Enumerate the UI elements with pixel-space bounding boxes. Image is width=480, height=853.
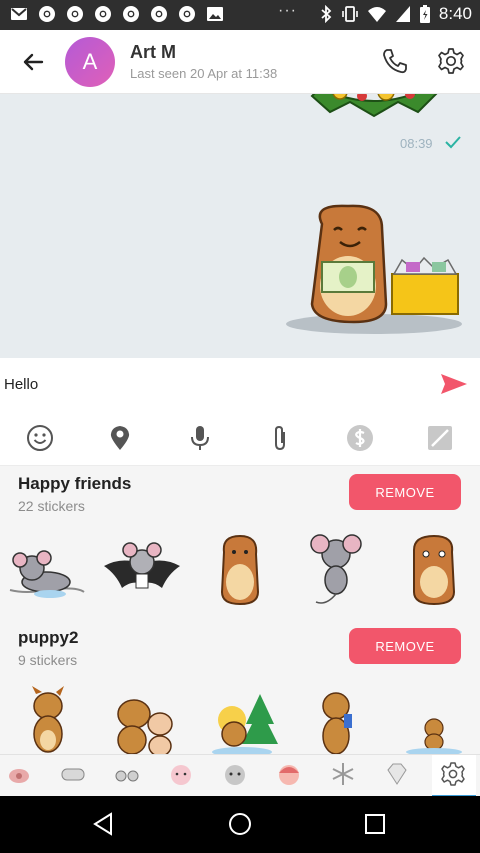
bat-mouse-sticker[interactable] [102, 534, 182, 610]
phone-call-icon[interactable] [380, 46, 410, 76]
read-check-icon [445, 136, 461, 149]
avatar[interactable]: A [65, 37, 115, 87]
pack-sticker-count: 22 stickers [18, 498, 85, 514]
system-nav-bar [0, 796, 480, 853]
puppy-tree-sticker[interactable] [202, 684, 282, 754]
chrome-icon [179, 6, 195, 22]
tab-pig-icon[interactable] [6, 761, 32, 787]
status-bar: ··· 8:40 [0, 0, 480, 30]
sticker-panel[interactable]: Happy friends 22 stickers REMOVE puppy2 … [0, 466, 480, 754]
mouse-lying-sticker[interactable] [6, 534, 86, 610]
remove-pack-button[interactable]: REMOVE [349, 628, 461, 664]
wreath-sticker[interactable] [310, 94, 438, 124]
cellular-icon [395, 6, 410, 22]
chrome-icon [95, 6, 111, 22]
settings-gear-icon[interactable] [436, 46, 466, 76]
pack-title: puppy2 [18, 628, 79, 647]
nav-back-icon[interactable] [91, 811, 117, 837]
pack-sticker-count: 9 stickers [18, 652, 78, 668]
vibrate-icon [342, 6, 358, 22]
puppy-cat-sticker[interactable] [104, 684, 184, 754]
clock: 8:40 [438, 4, 472, 23]
tab-face-icon[interactable] [222, 761, 248, 787]
tab-glasses-icon[interactable] [114, 761, 140, 787]
doodle-icon[interactable] [426, 424, 454, 452]
hamster-sad-sticker[interactable] [394, 532, 474, 608]
last-seen-status: Last seen 20 Apr at 11:38 [130, 66, 278, 81]
dollar-icon[interactable] [346, 424, 374, 452]
wifi-icon [367, 7, 386, 22]
contact-name[interactable]: Art M [130, 42, 176, 63]
tab-girl-icon[interactable] [276, 761, 302, 787]
nav-recents-icon[interactable] [362, 811, 388, 837]
chat-header: A Art M Last seen 20 Apr at 11:38 [0, 30, 480, 94]
message-list[interactable]: 08:39 [0, 94, 480, 358]
microphone-icon[interactable] [186, 424, 214, 452]
back-arrow-icon[interactable] [18, 47, 48, 77]
chrome-icon [123, 6, 139, 22]
gmail-icon [11, 8, 27, 20]
puppy-phone-sticker[interactable] [296, 684, 376, 754]
battery-icon [419, 5, 430, 23]
image-icon [207, 7, 223, 21]
tab-snowflake-icon[interactable] [330, 761, 356, 787]
paperclip-icon[interactable] [266, 424, 294, 452]
hamster-money-sticker[interactable] [282, 204, 466, 340]
location-pin-icon[interactable] [106, 424, 134, 452]
pack-title: Happy friends [18, 474, 132, 493]
tab-settings-gear-icon[interactable] [440, 761, 466, 787]
bluetooth-icon [321, 5, 332, 23]
composer-bar [0, 358, 480, 410]
chrome-icon [67, 6, 83, 22]
mouse-standing-sticker[interactable] [296, 532, 376, 608]
smiley-icon[interactable] [26, 424, 54, 452]
chrome-icon [151, 6, 167, 22]
tab-baby-icon[interactable] [168, 761, 194, 787]
puppy-small-sticker[interactable] [394, 684, 474, 754]
tab-pill-icon[interactable] [60, 761, 86, 787]
remove-pack-button[interactable]: REMOVE [349, 474, 461, 510]
sticker-pack-tabs [0, 754, 480, 797]
chrome-icon [39, 6, 55, 22]
puppy-sticker[interactable] [8, 684, 88, 754]
send-icon[interactable] [440, 372, 468, 396]
tab-diamond-icon[interactable] [384, 761, 410, 787]
more-notifications: ··· [278, 2, 297, 19]
attachment-toolbar [0, 410, 480, 466]
message-timestamp: 08:39 [400, 136, 433, 151]
message-input[interactable] [4, 372, 424, 396]
nav-home-icon[interactable] [227, 811, 253, 837]
hamster-sticker[interactable] [200, 532, 280, 608]
